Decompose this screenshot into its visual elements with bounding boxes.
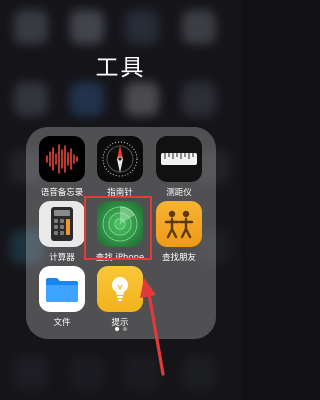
annotation-arrow: [140, 278, 165, 376]
home-screen: 工具 语音备忘录 指南针 测距仪 计算器 查找 iPhone 查找朋友 文件 提…: [0, 0, 241, 400]
